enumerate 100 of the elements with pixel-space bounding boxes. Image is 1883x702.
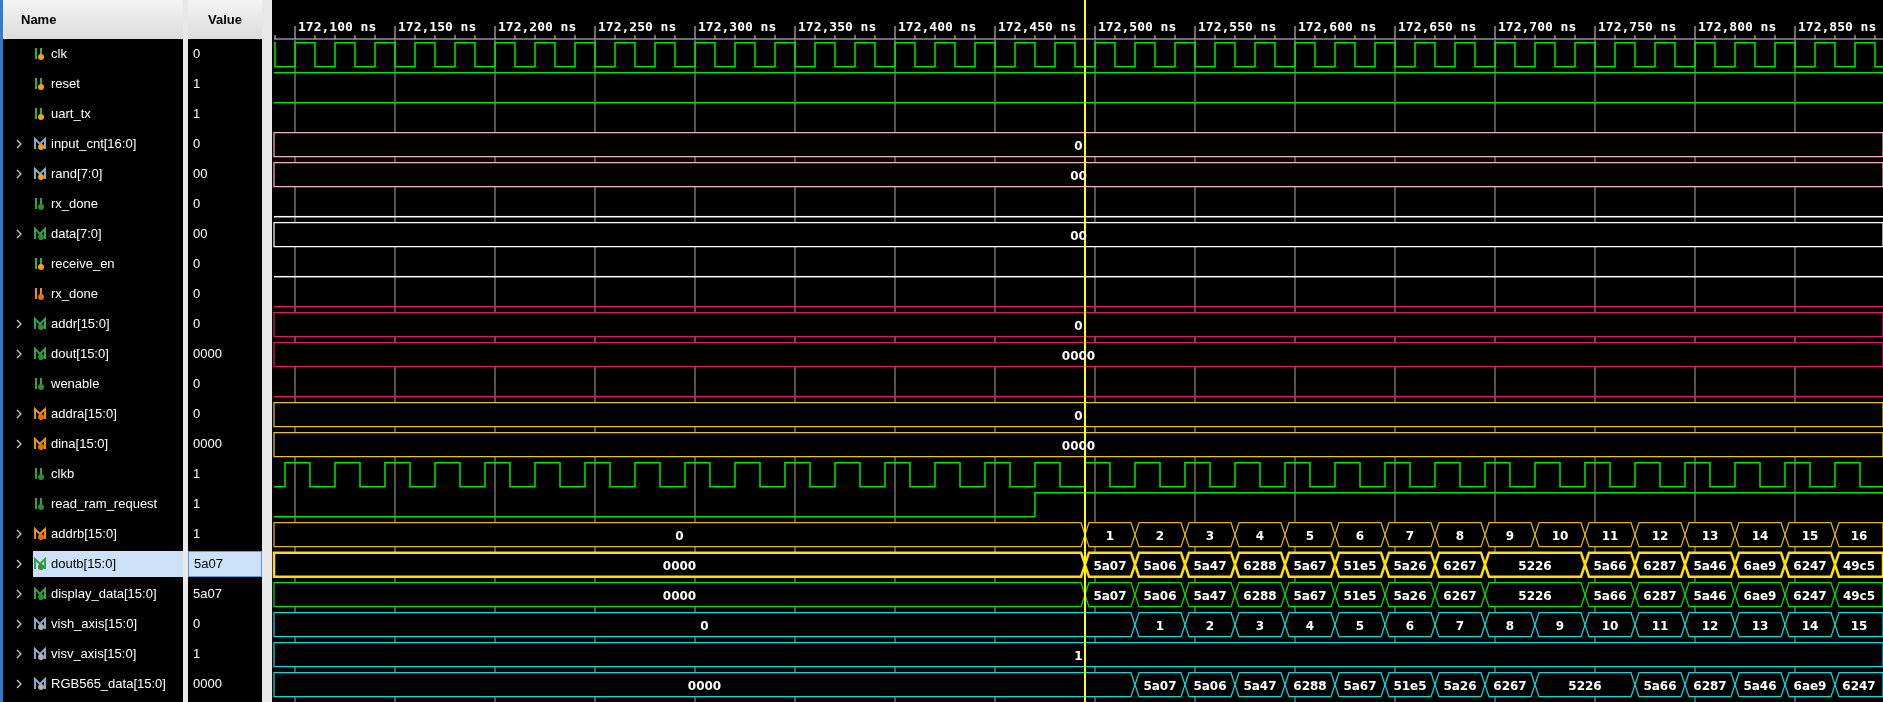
bus-value: 6ae9 — [1743, 588, 1777, 603]
bus-value: 0000 — [662, 588, 697, 603]
bus-value: 15 — [1850, 618, 1868, 633]
bus-value: 6247 — [1842, 678, 1876, 693]
bus-value: 13 — [1751, 618, 1769, 633]
signal-value: 1 — [192, 465, 202, 484]
expand-chevron-icon[interactable] — [16, 139, 23, 149]
signal-name[interactable]: receive_en — [33, 251, 183, 277]
bus-signal-icon — [34, 227, 46, 241]
bus-value: 0 — [675, 528, 684, 543]
expand-chevron-icon[interactable] — [16, 559, 23, 569]
expand-chevron-icon[interactable] — [16, 319, 23, 329]
expand-chevron-icon[interactable] — [16, 619, 23, 629]
bus-value: 5a26 — [1393, 558, 1427, 573]
signal-name[interactable]: addr[15:0] — [33, 311, 183, 337]
time-label: 172,550 ns — [1198, 19, 1277, 34]
expand-chevron-icon[interactable] — [16, 409, 23, 419]
signal-label: visv_axis[15:0] — [51, 645, 137, 664]
bus-value: 11 — [1651, 618, 1669, 633]
signal-value: 00 — [192, 225, 209, 244]
signal-name[interactable]: clk — [33, 41, 183, 67]
expand-chevron-icon[interactable] — [16, 169, 23, 179]
bus-value: 6267 — [1443, 588, 1477, 603]
bus-value: 14 — [1801, 618, 1819, 633]
bus-value: 5a47 — [1243, 678, 1277, 693]
signal-value: 0 — [192, 45, 202, 64]
bus-signal-icon — [34, 137, 46, 151]
signal-name[interactable]: rx_done — [33, 281, 183, 307]
expand-chevron-icon[interactable] — [16, 229, 23, 239]
expand-chevron-icon[interactable] — [16, 589, 23, 599]
bus-value: 5a07 — [1093, 588, 1127, 603]
signal-icon — [34, 467, 46, 481]
signal-name[interactable]: rx_done — [33, 191, 183, 217]
signal-name[interactable]: rand[7:0] — [33, 161, 183, 187]
signal-name[interactable]: data[7:0] — [33, 221, 183, 247]
signal-label: addrb[15:0] — [51, 525, 117, 544]
expand-chevron-icon[interactable] — [16, 649, 23, 659]
bus-value: 5a47 — [1193, 558, 1227, 573]
signal-label: RGB565_data[15:0] — [51, 675, 166, 694]
signal-value: 0000 — [192, 345, 223, 364]
signal-icon — [34, 377, 46, 391]
signal-value: 1 — [192, 75, 202, 94]
signal-label: addr[15:0] — [51, 315, 110, 334]
time-label: 172,650 ns — [1398, 19, 1477, 34]
signal-name[interactable]: addra[15:0] — [33, 401, 183, 427]
bus-signal-icon — [34, 407, 46, 421]
bus-signal-icon — [34, 437, 46, 451]
value-column-header[interactable]: Value — [188, 0, 262, 39]
time-label: 172,300 ns — [698, 19, 777, 34]
signal-label: vish_axis[15:0] — [51, 615, 137, 634]
signal-label: dout[15:0] — [51, 345, 109, 364]
signal-name[interactable]: visv_axis[15:0] — [33, 641, 183, 667]
signal-name[interactable]: vish_axis[15:0] — [33, 611, 183, 637]
bus-value: 7 — [1405, 528, 1415, 543]
signal-name[interactable]: clkb — [33, 461, 183, 487]
signal-name[interactable]: RGB565_data[15:0] — [33, 671, 183, 697]
name-column-header[interactable]: Name — [3, 0, 183, 39]
expand-chevron-icon[interactable] — [16, 439, 23, 449]
bus-value: 6288 — [1293, 678, 1327, 693]
expand-chevron-icon[interactable] — [16, 679, 23, 689]
bus-value: 3 — [1255, 618, 1265, 633]
signal-name[interactable]: addrb[15:0] — [33, 521, 183, 547]
bus-value: 5a06 — [1143, 558, 1177, 573]
bus-value: 2 — [1155, 528, 1165, 543]
bus-value: 2 — [1205, 618, 1215, 633]
signal-label: wenable — [51, 375, 100, 394]
bus-value: 5a06 — [1193, 678, 1227, 693]
signal-value: 0000 — [192, 435, 223, 454]
time-label: 172,150 ns — [398, 19, 477, 34]
signal-icon — [34, 197, 46, 211]
signal-name[interactable]: display_data[15:0] — [33, 581, 183, 607]
expand-chevron-icon[interactable] — [16, 529, 23, 539]
signal-label: display_data[15:0] — [51, 585, 157, 604]
bus-value: 51e5 — [1343, 558, 1377, 573]
signal-name[interactable]: reset — [33, 71, 183, 97]
waveform-view[interactable] — [272, 0, 1883, 702]
signal-label: dina[15:0] — [51, 435, 109, 454]
signal-name[interactable]: doutb[15:0] — [33, 551, 183, 577]
bus-value: 5a26 — [1443, 678, 1477, 693]
signal-name[interactable]: wenable — [33, 371, 183, 397]
bus-value: 5226 — [1518, 558, 1552, 573]
signal-name[interactable]: dout[15:0] — [33, 341, 183, 367]
signal-name[interactable]: dina[15:0] — [33, 431, 183, 457]
bus-value: 0 — [1074, 138, 1083, 153]
signal-name[interactable]: input_cnt[16:0] — [33, 131, 183, 157]
bus-value: 3 — [1205, 528, 1215, 543]
bus-value: 5a46 — [1743, 678, 1777, 693]
bus-value: 0 — [1074, 318, 1083, 333]
signal-label: doutb[15:0] — [51, 555, 117, 574]
bus-signal-icon — [34, 527, 46, 541]
signal-icon — [34, 287, 46, 301]
expand-chevron-icon[interactable] — [16, 349, 23, 359]
signal-label: rx_done — [51, 195, 98, 214]
bus-value: 51e5 — [1393, 678, 1427, 693]
signal-value: 5a07 — [188, 551, 262, 577]
signal-name[interactable]: read_ram_request — [33, 491, 183, 517]
signal-value: 0 — [192, 405, 202, 424]
signal-icon — [34, 107, 46, 121]
signal-name[interactable]: uart_tx — [33, 101, 183, 127]
bus-value: 5a26 — [1393, 588, 1427, 603]
